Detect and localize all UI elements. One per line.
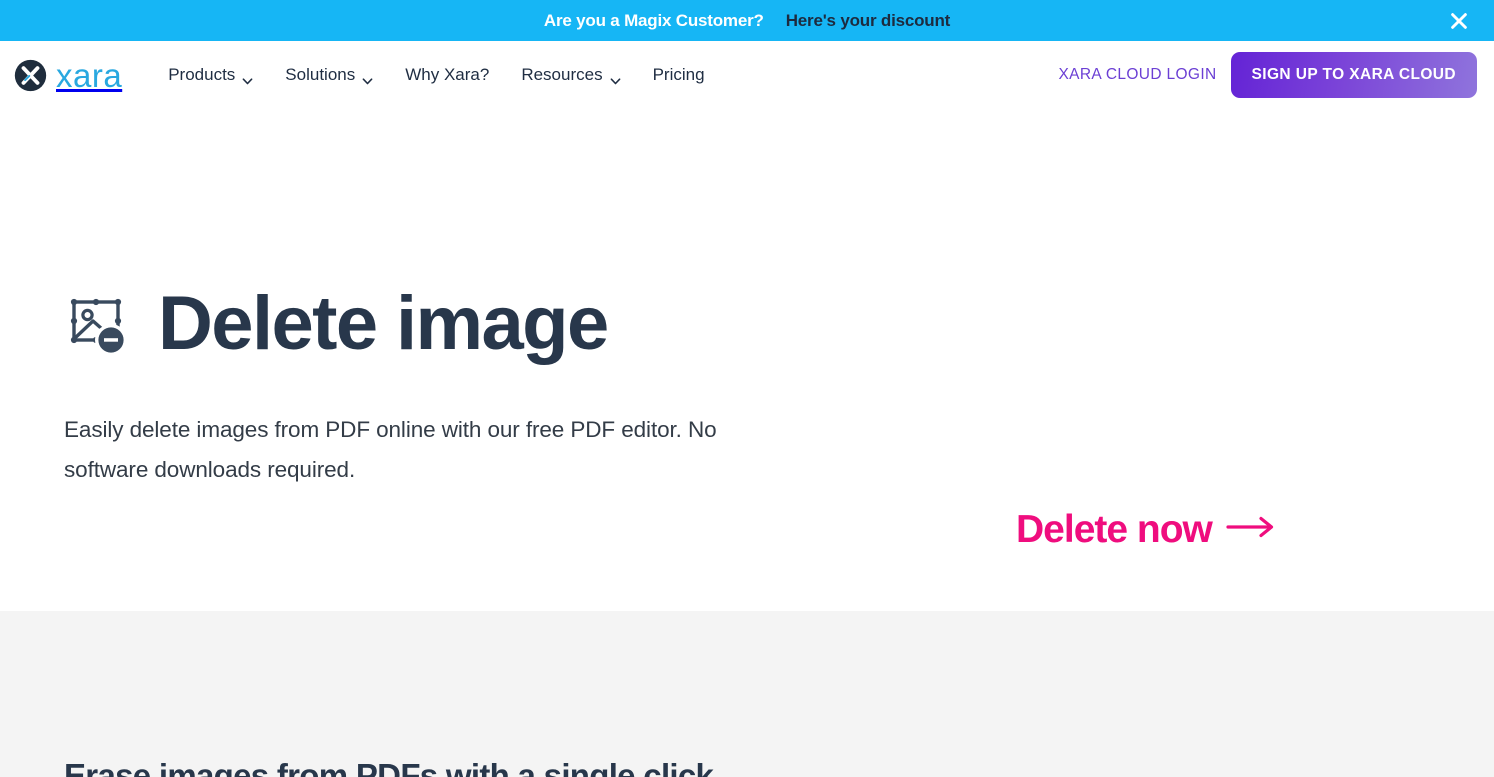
brand-wordmark: xara xyxy=(56,56,123,94)
sign-up-button[interactable]: SIGN UP TO XARA CLOUD xyxy=(1230,52,1477,98)
cta-label: Delete now xyxy=(1016,508,1213,551)
nav-item-why-xara[interactable]: Why Xara? xyxy=(389,57,505,93)
brand-logo-link[interactable]: xara xyxy=(14,59,122,92)
promo-discount-link[interactable]: Here's your discount xyxy=(786,11,951,31)
arrow-right-icon xyxy=(1226,514,1278,545)
feature-section: Erase images from PDFs with a single cli… xyxy=(0,611,1494,777)
nav-item-label: Solutions xyxy=(285,65,356,84)
chevron-down-icon xyxy=(610,72,621,84)
nav-item-solutions[interactable]: Solutions xyxy=(269,57,389,93)
nav-item-label: Pricing xyxy=(652,65,705,84)
nav-item-products[interactable]: Products xyxy=(152,57,269,93)
site-navigation: xara Products Solutions Why Xara? Resour… xyxy=(0,41,1494,109)
chevron-down-icon xyxy=(362,72,373,84)
nav-item-label: Resources xyxy=(521,65,603,84)
xara-x-logo-icon xyxy=(14,59,47,91)
feature-heading: Erase images from PDFs with a single cli… xyxy=(64,757,722,777)
page-title: Delete image xyxy=(158,281,609,366)
chevron-down-icon xyxy=(242,72,253,84)
nav-item-pricing[interactable]: Pricing xyxy=(637,57,721,93)
promo-question-text: Are you a Magix Customer? xyxy=(543,10,764,30)
nav-item-label: Why Xara? xyxy=(405,65,490,84)
promo-close-button[interactable] xyxy=(1446,8,1472,34)
delete-image-icon xyxy=(64,290,132,358)
cta-row: Delete now xyxy=(1016,510,1304,549)
close-x-icon xyxy=(1451,12,1467,29)
nav-links: Products Solutions Why Xara? Resources P… xyxy=(152,57,1058,93)
hero-section: Delete image Easily delete images from P… xyxy=(0,109,1494,611)
nav-item-resources[interactable]: Resources xyxy=(505,57,636,93)
delete-now-cta[interactable]: Delete now xyxy=(1016,510,1304,549)
hero-description: Easily delete images from PDF online wit… xyxy=(64,417,717,482)
nav-actions: XARA CLOUD LOGIN SIGN UP TO XARA CLOUD xyxy=(1058,52,1477,98)
xara-cloud-login-link[interactable]: XARA CLOUD LOGIN xyxy=(1058,66,1216,84)
nav-item-label: Products xyxy=(168,65,236,84)
promo-banner-content: Are you a Magix Customer? Here's your di… xyxy=(544,11,950,31)
hero-title-row: Delete image xyxy=(64,109,1430,362)
promo-banner: Are you a Magix Customer? Here's your di… xyxy=(0,0,1494,41)
